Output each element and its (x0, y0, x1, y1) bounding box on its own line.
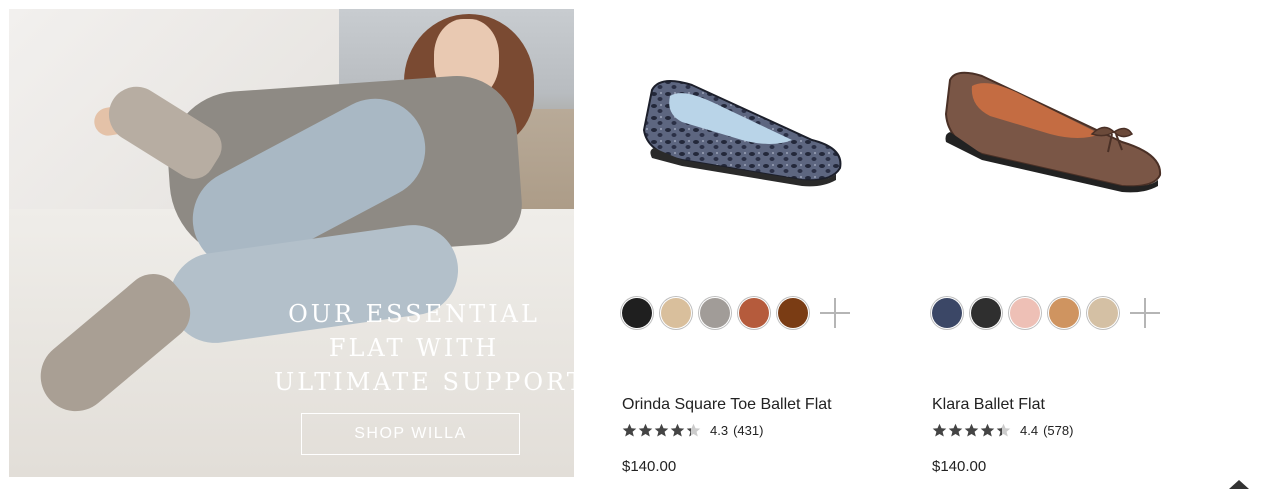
plus-icon[interactable] (1129, 297, 1161, 329)
color-swatch[interactable] (778, 298, 808, 328)
promo-banner[interactable]: OUR ESSENTIAL FLAT WITH ULTIMATE SUPPORT… (9, 9, 574, 477)
shop-willa-button[interactable]: SHOP WILLA (301, 413, 520, 455)
caret-up-icon[interactable] (1229, 480, 1249, 489)
star-icon (622, 423, 637, 437)
star-icon (686, 423, 701, 437)
star-icon (996, 423, 1011, 437)
color-swatch[interactable] (661, 298, 691, 328)
promo-headline-line-3: ULTIMATE SUPPORT (274, 368, 574, 396)
color-swatch[interactable] (622, 298, 652, 328)
promo-headline-line-2: FLAT WITH (328, 334, 500, 362)
color-swatch[interactable] (932, 298, 962, 328)
star-icon (670, 423, 685, 437)
star-icon (654, 423, 669, 437)
product-name[interactable]: Orinda Square Toe Ballet Flat (622, 396, 832, 414)
rating-value: 4.4 (1020, 423, 1039, 438)
star-icon (948, 423, 963, 437)
rating-stars (932, 423, 1012, 438)
product-card-klara[interactable]: Klara Ballet Flat 4.4 (578) $140.00 (932, 0, 1222, 492)
star-icon (964, 423, 979, 437)
plus-icon[interactable] (819, 297, 851, 329)
color-swatches (622, 297, 851, 329)
product-card-orinda[interactable]: Orinda Square Toe Ballet Flat 4.3 (431) … (622, 0, 912, 492)
color-swatch[interactable] (700, 298, 730, 328)
product-rating: 4.3 (431) (622, 423, 768, 438)
product-image-orinda[interactable] (622, 30, 882, 220)
review-count[interactable]: (578) (1043, 423, 1073, 438)
color-swatches (932, 297, 1161, 329)
star-icon (932, 423, 947, 437)
star-icon (638, 423, 653, 437)
color-swatch[interactable] (971, 298, 1001, 328)
color-swatch[interactable] (1010, 298, 1040, 328)
product-name[interactable]: Klara Ballet Flat (932, 396, 1045, 414)
product-image-klara[interactable] (932, 30, 1192, 220)
rating-value: 4.3 (710, 423, 729, 438)
product-price: $140.00 (622, 458, 677, 475)
color-swatch[interactable] (739, 298, 769, 328)
promo-headline-line-1: OUR ESSENTIAL (288, 300, 540, 328)
product-price: $140.00 (932, 458, 987, 475)
color-swatch[interactable] (1088, 298, 1118, 328)
rating-stars (622, 423, 702, 438)
star-icon (980, 423, 995, 437)
color-swatch[interactable] (1049, 298, 1079, 328)
product-rating: 4.4 (578) (932, 423, 1078, 438)
promo-headline: OUR ESSENTIAL FLAT WITH ULTIMATE SUPPORT (274, 297, 574, 399)
review-count[interactable]: (431) (733, 423, 763, 438)
